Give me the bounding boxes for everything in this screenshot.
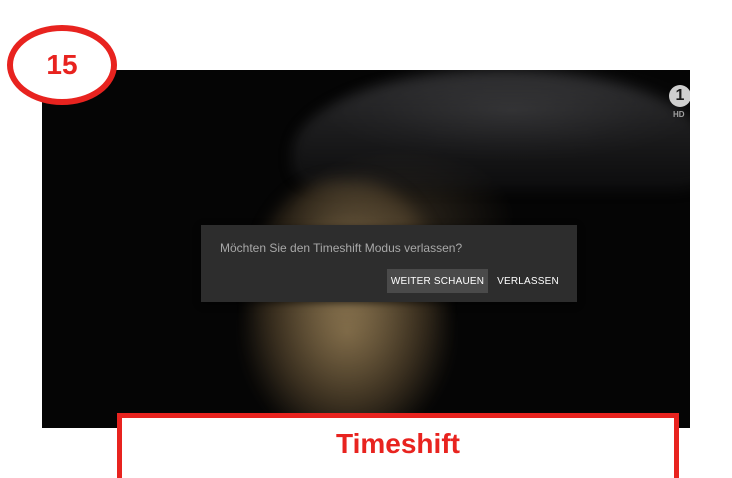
- step-number: 15: [46, 49, 78, 80]
- video-scene-figure: [252, 180, 442, 428]
- dialog-message: Möchten Sie den Timeshift Modus verlasse…: [220, 241, 463, 255]
- caption-title: Timeshift: [336, 428, 460, 459]
- ard-1-logo-icon: 1: [669, 85, 690, 107]
- caption-box: Timeshift: [117, 413, 679, 478]
- continue-watching-button[interactable]: WEITER SCHAUEN: [387, 269, 488, 293]
- channel-logo-glyph: 1: [675, 87, 685, 104]
- video-scene-hat: [292, 70, 690, 190]
- exit-timeshift-dialog: Möchten Sie den Timeshift Modus verlasse…: [201, 225, 577, 302]
- channel-hd-badge: HD: [673, 110, 685, 119]
- step-number-badge: 15: [7, 25, 117, 105]
- leave-button[interactable]: VERLASSEN: [493, 269, 563, 293]
